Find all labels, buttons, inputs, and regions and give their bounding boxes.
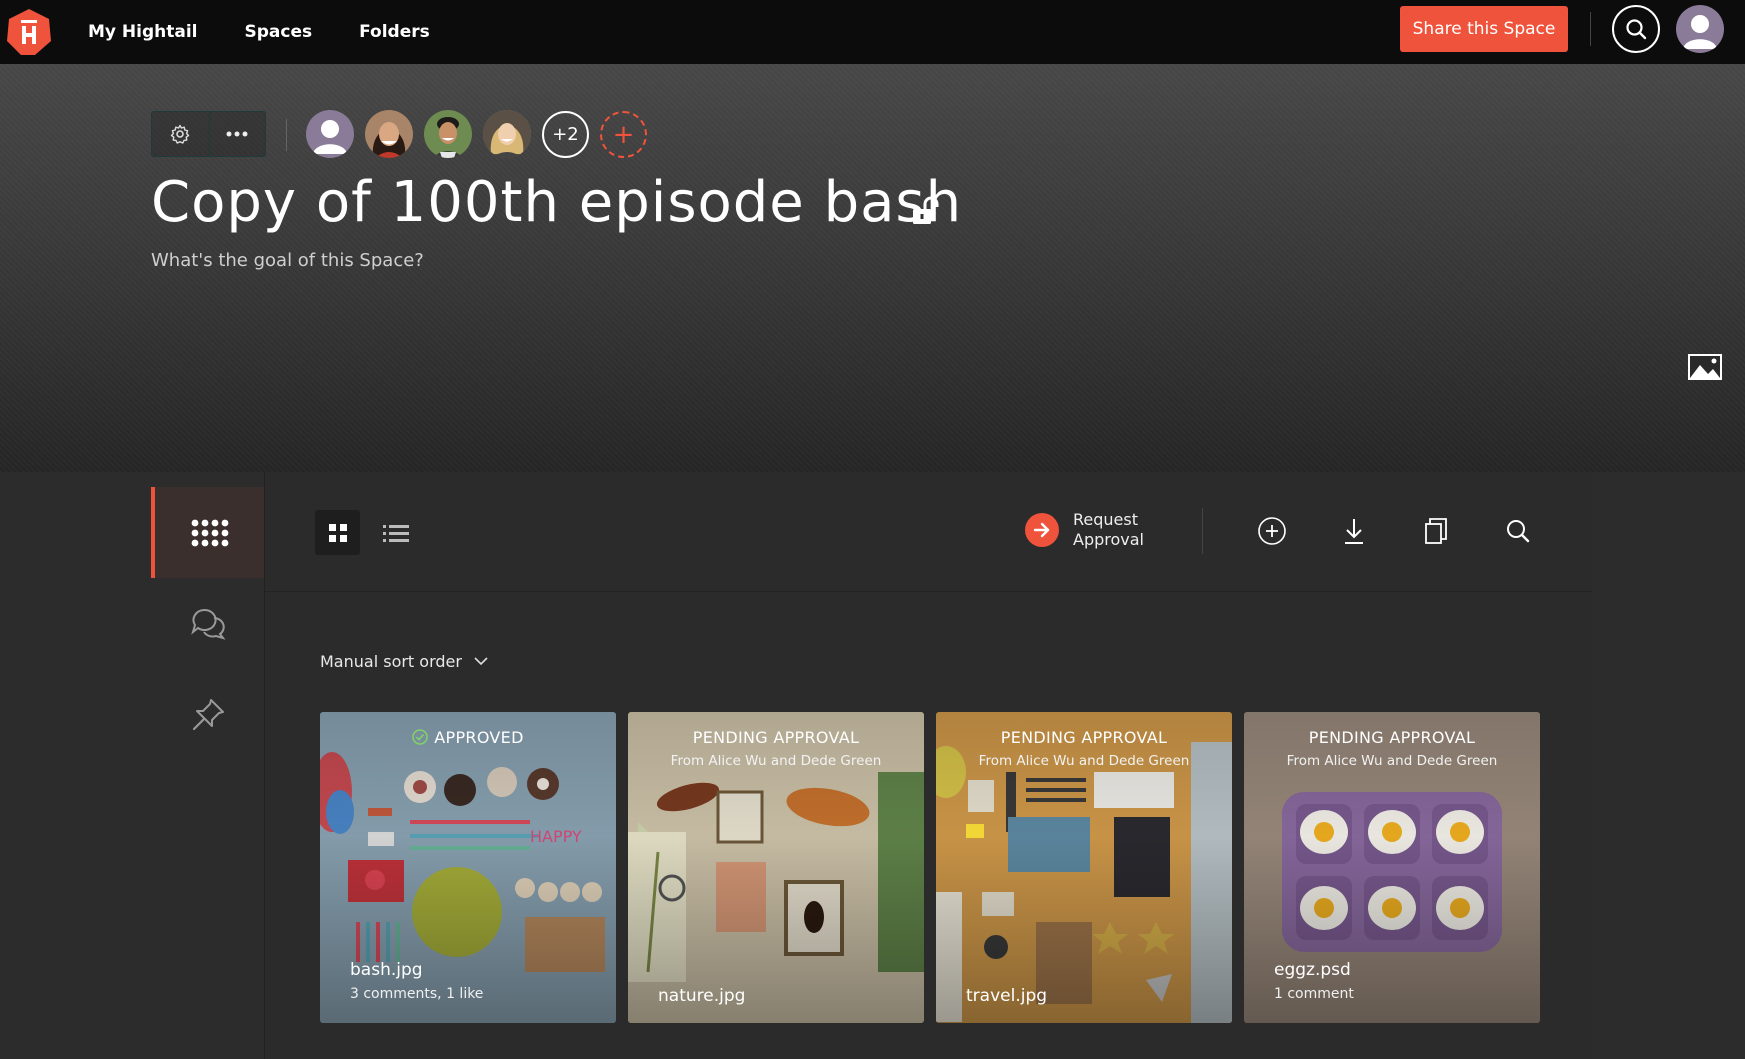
unlock-icon[interactable]: [912, 196, 940, 226]
hero-divider: [286, 119, 287, 151]
approval-requesters: From Alice Wu and Dede Green: [978, 753, 1190, 769]
nav-my-hightail[interactable]: My Hightail: [88, 22, 198, 42]
download-button[interactable]: [1336, 513, 1372, 549]
user-avatar[interactable]: [1676, 5, 1724, 53]
member-photo: [424, 110, 472, 158]
nav-folders[interactable]: Folders: [359, 22, 430, 42]
search-icon: [1626, 19, 1647, 40]
approval-status: PENDING APPROVAL: [692, 728, 860, 747]
grid-apps-icon: [191, 519, 228, 546]
request-approval-label: Request Approval: [1073, 510, 1144, 549]
space-goal[interactable]: What's the goal of this Space?: [151, 250, 424, 271]
more-members-count[interactable]: +2: [542, 111, 589, 158]
grid-view-button[interactable]: [315, 510, 360, 555]
main-nav: My Hightail Spaces Folders: [88, 0, 430, 64]
file-card[interactable]: PENDING APPROVAL From Alice Wu and Dede …: [936, 712, 1232, 1023]
image-icon[interactable]: [1687, 353, 1723, 381]
files-toolbar: Request Approval: [265, 472, 1592, 592]
chat-icon: [190, 608, 226, 640]
global-search-button[interactable]: [1612, 5, 1660, 53]
member-avatar[interactable]: [306, 110, 354, 158]
approval-requesters: From Alice Wu and Dede Green: [1286, 753, 1498, 769]
download-icon: [1345, 519, 1363, 544]
file-meta: 3 comments, 1 like: [350, 986, 484, 1002]
member-avatar[interactable]: [424, 110, 472, 158]
plus-circle-icon: [1258, 517, 1286, 545]
pin-icon: [192, 698, 224, 730]
more-icon: [226, 131, 248, 137]
file-name[interactable]: eggz.psd: [1274, 960, 1351, 980]
file-card[interactable]: PENDING APPROVAL From Alice Wu and Dede …: [1244, 712, 1540, 1023]
request-approval-button[interactable]: Request Approval: [1025, 510, 1153, 550]
sort-dropdown[interactable]: Manual sort order: [320, 652, 488, 671]
user-avatar-icon: [313, 120, 347, 154]
list-view-icon: [382, 524, 409, 542]
approval-status: APPROVED: [320, 728, 616, 747]
add-file-button[interactable]: [1254, 513, 1290, 549]
member-photo: [483, 110, 531, 158]
list-view-button[interactable]: [373, 510, 418, 555]
chevron-down-icon: [474, 657, 488, 666]
member-avatar[interactable]: [483, 110, 531, 158]
member-photo: [365, 110, 413, 158]
nav-spaces[interactable]: Spaces: [245, 22, 313, 42]
copy-button[interactable]: [1418, 513, 1454, 549]
space-settings-button[interactable]: [152, 112, 209, 156]
files-search-button[interactable]: [1500, 513, 1536, 549]
toolbar-divider: [1202, 508, 1203, 554]
topbar-divider: [1590, 12, 1591, 46]
share-space-button[interactable]: Share this Space: [1400, 6, 1568, 52]
file-card[interactable]: HAPPY APPROVED bash.jpg 3 comments, 1 li…: [320, 712, 616, 1023]
file-grid: HAPPY APPROVED bash.jpg 3 comments, 1 li…: [320, 712, 1540, 1023]
arrow-right-icon: [1025, 513, 1059, 547]
add-member-button[interactable]: +: [600, 111, 647, 158]
file-card[interactable]: PENDING APPROVAL From Alice Wu and Dede …: [628, 712, 924, 1023]
sidebar-conversations-tab[interactable]: [151, 578, 264, 669]
file-meta: 1 comment: [1274, 986, 1354, 1002]
search-icon: [1507, 520, 1530, 543]
grid-view-icon: [328, 523, 347, 542]
hightail-logo-icon[interactable]: [4, 7, 54, 57]
member-avatar[interactable]: [365, 110, 413, 158]
sidebar-files-tab[interactable]: [151, 487, 264, 578]
sort-label: Manual sort order: [320, 652, 462, 671]
space-more-button[interactable]: [208, 112, 266, 156]
file-name[interactable]: nature.jpg: [658, 986, 745, 1006]
gear-icon: [171, 124, 190, 144]
space-sidebar: [151, 487, 264, 760]
file-name[interactable]: bash.jpg: [350, 960, 423, 980]
check-circle-icon: [412, 729, 429, 745]
approval-status: PENDING APPROVAL: [1308, 728, 1476, 747]
approval-status: PENDING APPROVAL: [1000, 728, 1168, 747]
top-navigation-bar: My Hightail Spaces Folders Share this Sp…: [0, 0, 1745, 64]
file-name[interactable]: travel.jpg: [966, 986, 1047, 1006]
user-avatar-icon: [1683, 15, 1717, 49]
plus-icon: +: [612, 119, 635, 150]
approval-requesters: From Alice Wu and Dede Green: [670, 753, 882, 769]
space-title[interactable]: Copy of 100th episode bash: [151, 170, 962, 235]
copy-icon: [1425, 518, 1447, 544]
files-panel: Request Approval Manual sort order APPRO…: [264, 472, 1592, 1059]
approval-status-label: APPROVED: [434, 728, 524, 747]
space-tools: [151, 111, 266, 157]
sidebar-pins-tab[interactable]: [151, 669, 264, 760]
